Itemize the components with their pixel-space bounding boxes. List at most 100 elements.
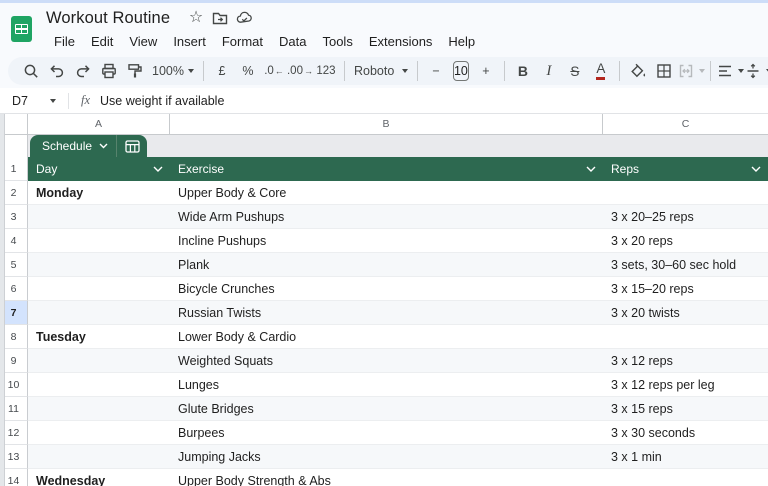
borders-button[interactable]: [651, 59, 677, 83]
cell-day[interactable]: Tuesday: [28, 325, 170, 349]
cell-exercise[interactable]: Upper Body Strength & Abs: [170, 469, 603, 486]
document-title[interactable]: Workout Routine: [46, 9, 170, 28]
titlebar: Workout Routine ☆ File Edit View Insert …: [0, 3, 768, 55]
filter-chevron-icon[interactable]: [586, 166, 596, 172]
cell-reps[interactable]: 3 x 30 seconds: [603, 421, 768, 445]
vertical-align-button[interactable]: [744, 59, 768, 83]
cell-reps[interactable]: 3 x 20 twists: [603, 301, 768, 325]
column-header-b[interactable]: B: [170, 114, 603, 135]
star-icon[interactable]: ☆: [184, 7, 208, 29]
cell-reps[interactable]: [603, 325, 768, 349]
cell-exercise[interactable]: Burpees: [170, 421, 603, 445]
print-button[interactable]: [96, 59, 122, 83]
decrease-decimal-button[interactable]: .0←: [261, 59, 287, 83]
cell-exercise[interactable]: Lunges: [170, 373, 603, 397]
menu-extensions[interactable]: Extensions: [361, 32, 441, 51]
cell-exercise[interactable]: Upper Body & Core: [170, 181, 603, 205]
cell-exercise[interactable]: Bicycle Crunches: [170, 277, 603, 301]
header-cell-reps[interactable]: Reps: [603, 157, 768, 181]
decrease-font-size-button[interactable]: −: [423, 59, 449, 83]
cell-exercise[interactable]: Weighted Squats: [170, 349, 603, 373]
search-button[interactable]: [18, 59, 44, 83]
cell-day[interactable]: [28, 277, 170, 301]
increase-decimal-button[interactable]: .00→: [287, 59, 313, 83]
cell-exercise[interactable]: Jumping Jacks: [170, 445, 603, 469]
formula-input[interactable]: Use weight if available: [100, 94, 224, 108]
increase-font-size-button[interactable]: +: [473, 59, 499, 83]
cell-day[interactable]: [28, 229, 170, 253]
zoom-value: 100%: [152, 64, 184, 78]
menu-tools[interactable]: Tools: [314, 32, 360, 51]
table-name-chip[interactable]: Schedule: [30, 135, 147, 157]
name-box[interactable]: D7: [0, 94, 62, 108]
header-cell-day[interactable]: Day: [28, 157, 170, 181]
cell-day[interactable]: [28, 301, 170, 325]
strikethrough-button[interactable]: S: [562, 59, 588, 83]
merge-cells-button[interactable]: [677, 59, 705, 83]
cell-reps[interactable]: 3 x 15 reps: [603, 397, 768, 421]
text-color-button[interactable]: A: [588, 59, 614, 83]
column-header-a[interactable]: A: [28, 114, 170, 135]
cell-exercise[interactable]: Russian Twists: [170, 301, 603, 325]
table-row: 3Wide Arm Pushups3 x 20–25 reps: [0, 205, 768, 229]
percent-format-button[interactable]: %: [235, 59, 261, 83]
cell-exercise[interactable]: Wide Arm Pushups: [170, 205, 603, 229]
cell-reps[interactable]: 3 x 12 reps per leg: [603, 373, 768, 397]
cell-reps[interactable]: 3 x 15–20 reps: [603, 277, 768, 301]
column-header-row: A B C: [0, 114, 768, 135]
sheets-logo-icon[interactable]: [11, 16, 32, 42]
cell-reps[interactable]: 3 x 1 min: [603, 445, 768, 469]
cell-exercise[interactable]: Glute Bridges: [170, 397, 603, 421]
cell-day[interactable]: [28, 373, 170, 397]
table-options-button[interactable]: [117, 135, 147, 157]
fill-color-button[interactable]: [625, 59, 651, 83]
header-cell-exercise[interactable]: Exercise: [170, 157, 603, 181]
arrow-left-icon: ←: [275, 66, 284, 76]
table-row: 6Bicycle Crunches3 x 15–20 reps: [0, 277, 768, 301]
menu-format[interactable]: Format: [214, 32, 271, 51]
font-select[interactable]: Roboto: [350, 59, 412, 83]
menu-help[interactable]: Help: [440, 32, 483, 51]
cell-day[interactable]: [28, 349, 170, 373]
zoom-select[interactable]: 100%: [148, 59, 198, 83]
redo-button[interactable]: [70, 59, 96, 83]
cell-day[interactable]: Monday: [28, 181, 170, 205]
cell-reps[interactable]: [603, 181, 768, 205]
cell-exercise[interactable]: Plank: [170, 253, 603, 277]
menu-view[interactable]: View: [121, 32, 165, 51]
menu-file[interactable]: File: [46, 32, 83, 51]
paint-format-button[interactable]: [122, 59, 148, 83]
number-format-button[interactable]: 123: [313, 59, 339, 83]
cell-day[interactable]: [28, 253, 170, 277]
cell-exercise[interactable]: Incline Pushups: [170, 229, 603, 253]
cell-reps[interactable]: 3 x 20–25 reps: [603, 205, 768, 229]
horizontal-align-button[interactable]: [716, 59, 744, 83]
cell-exercise[interactable]: Lower Body & Cardio: [170, 325, 603, 349]
cloud-saved-icon[interactable]: [232, 7, 256, 29]
column-header-c[interactable]: C: [603, 114, 768, 135]
italic-button[interactable]: I: [536, 59, 562, 83]
cell-day[interactable]: Wednesday: [28, 469, 170, 486]
menu-insert[interactable]: Insert: [165, 32, 214, 51]
cell-day[interactable]: [28, 397, 170, 421]
move-folder-icon[interactable]: [208, 7, 232, 29]
bold-button[interactable]: B: [510, 59, 536, 83]
cell-reps[interactable]: [603, 469, 768, 486]
font-size-input[interactable]: 10: [453, 61, 469, 81]
search-icon: [22, 62, 40, 80]
filter-chevron-icon[interactable]: [153, 166, 163, 172]
font-name: Roboto: [354, 64, 394, 78]
undo-button[interactable]: [44, 59, 70, 83]
chevron-down-icon: [402, 69, 408, 73]
cell-day[interactable]: [28, 205, 170, 229]
cell-reps[interactable]: 3 sets, 30–60 sec hold: [603, 253, 768, 277]
cell-day[interactable]: [28, 421, 170, 445]
cell-reps[interactable]: 3 x 20 reps: [603, 229, 768, 253]
currency-format-button[interactable]: £: [209, 59, 235, 83]
menu-data[interactable]: Data: [271, 32, 314, 51]
table-row: 14WednesdayUpper Body Strength & Abs: [0, 469, 768, 486]
cell-reps[interactable]: 3 x 12 reps: [603, 349, 768, 373]
cell-day[interactable]: [28, 445, 170, 469]
filter-chevron-icon[interactable]: [751, 166, 761, 172]
menu-edit[interactable]: Edit: [83, 32, 121, 51]
